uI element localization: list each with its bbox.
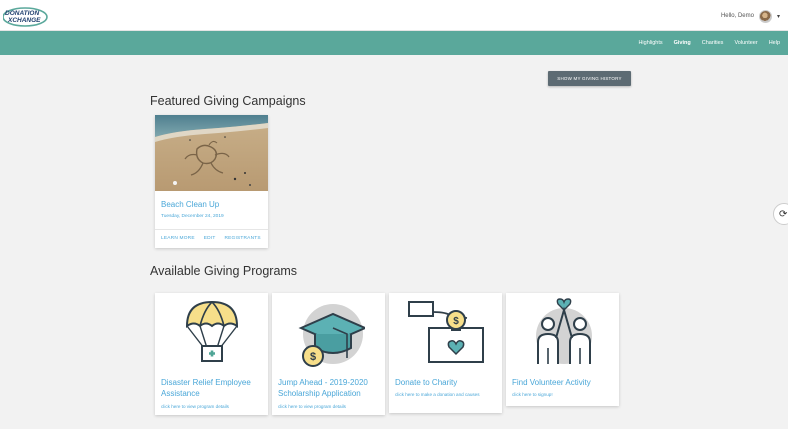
- program-details-link[interactable]: click here to view program details: [278, 403, 373, 410]
- campaign-actions: LEARN MORE EDIT REGISTRANTS: [161, 236, 261, 241]
- user-greeting: Hello, Demo: [720, 13, 754, 19]
- svg-text:$: $: [453, 316, 459, 327]
- show-giving-history-button[interactable]: SHOW MY GIVING HISTORY: [548, 71, 631, 86]
- program-card[interactable]: $ Jump Ahead - 2019-2020 Scholarship App…: [272, 293, 385, 415]
- svg-text:XCHANGE: XCHANGE: [7, 17, 41, 24]
- program-card[interactable]: Disaster Relief Employee Assistance clic…: [155, 293, 268, 415]
- program-details-link[interactable]: click here to signup!: [512, 391, 607, 398]
- campaign-date: Tuesday, December 24, 2019: [161, 214, 224, 219]
- program-card[interactable]: $ Donate to Charity click here to make a…: [389, 293, 502, 413]
- user-menu[interactable]: Hello, Demo ▾: [721, 7, 780, 25]
- program-card[interactable]: Find Volunteer Activity click here to si…: [506, 293, 619, 406]
- program-title[interactable]: Donate to Charity: [395, 377, 499, 388]
- svg-text:DONATION: DONATION: [5, 10, 39, 17]
- nav-item-help[interactable]: Help: [769, 40, 780, 46]
- divider: [155, 229, 268, 230]
- refresh-widget-icon[interactable]: ⟳: [773, 203, 788, 225]
- donate-box-icon: $: [408, 301, 484, 363]
- program-details-link[interactable]: click here to view program details: [161, 403, 256, 410]
- program-title[interactable]: Jump Ahead - 2019-2020 Scholarship Appli…: [278, 377, 382, 399]
- donationxchange-logo[interactable]: DONATION XCHANGE: [3, 4, 49, 28]
- nav-item-charities[interactable]: Charities: [702, 40, 724, 46]
- volunteers-icon: [536, 298, 592, 364]
- available-programs-heading: Available Giving Programs: [150, 264, 298, 278]
- beach-photo: [155, 115, 268, 191]
- featured-campaigns-heading: Featured Giving Campaigns: [150, 94, 306, 108]
- program-details-link[interactable]: click here to make a donation and causes: [395, 391, 490, 398]
- chevron-down-icon[interactable]: ▾: [777, 13, 780, 20]
- registrants-link[interactable]: REGISTRANTS: [224, 236, 260, 241]
- program-title[interactable]: Find Volunteer Activity: [512, 377, 616, 388]
- top-bar: DONATION XCHANGE Hello, Demo ▾: [0, 0, 788, 31]
- avatar[interactable]: [758, 9, 772, 23]
- main-nav: Highlights Giving Charities Volunteer He…: [0, 31, 788, 55]
- svg-text:$: $: [310, 351, 316, 363]
- learn-more-link[interactable]: LEARN MORE: [161, 236, 195, 241]
- campaign-card[interactable]: Beach Clean Up Tuesday, December 24, 201…: [155, 115, 268, 248]
- campaign-title[interactable]: Beach Clean Up: [161, 200, 219, 209]
- graduation-cap-icon: $: [298, 304, 365, 367]
- edit-link[interactable]: EDIT: [204, 236, 216, 241]
- nav-item-volunteer[interactable]: Volunteer: [734, 40, 757, 46]
- nav-item-giving[interactable]: Giving: [674, 40, 691, 46]
- program-title[interactable]: Disaster Relief Employee Assistance: [161, 377, 265, 399]
- nav-item-highlights[interactable]: Highlights: [638, 40, 662, 46]
- parachute-aid-icon: [185, 300, 239, 362]
